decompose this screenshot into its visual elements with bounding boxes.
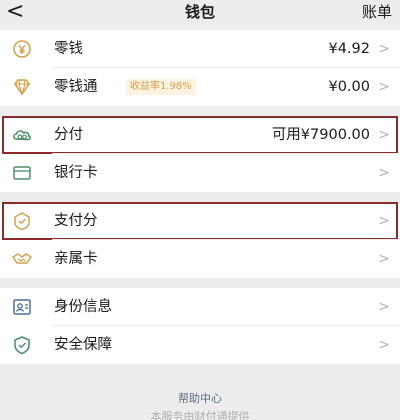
row-label: 安全保障 [54,337,112,353]
chevron-right-icon: > [378,337,390,353]
row-identity[interactable]: 身份信息 > [0,288,400,326]
row-family-card[interactable]: 亲属卡 > [0,240,400,278]
row-lct[interactable]: 零钱通 收益率1.98% ¥0.00 > [0,68,400,106]
row-value: ¥0.00 [328,79,370,95]
row-value: ¥4.92 [328,41,370,57]
chevron-right-icon: > [378,165,390,181]
row-label: 亲属卡 [54,251,98,267]
group-identity: 身份信息 > 安全保障 > [0,288,400,364]
handshake-card-icon [10,248,34,270]
bill-button[interactable]: 账单 [362,2,392,22]
row-label: 支付分 [54,213,98,229]
chevron-right-icon: > [378,299,390,315]
card-icon [10,162,34,184]
row-value: 可用¥7900.00 [271,127,370,143]
footer: 帮助中心 本服务由财付通提供 [0,392,400,420]
group-balance: 零钱 ¥4.92 > 零钱通 收益率1.98% ¥0.00 > [0,30,400,106]
chevron-right-icon: > [378,251,390,267]
row-label: 零钱 [54,41,83,57]
group-credit: 分付 可用¥7900.00 > 银行卡 > [0,116,400,192]
row-security[interactable]: 安全保障 > [0,326,400,364]
chevron-right-icon: > [378,127,390,143]
cloud-pay-icon [10,124,34,146]
chevron-right-icon: > [378,41,390,57]
diamond-icon [10,76,34,98]
help-center-link[interactable]: 帮助中心 [0,392,400,406]
row-change[interactable]: 零钱 ¥4.92 > [0,30,400,68]
row-bankcard[interactable]: 银行卡 > [0,154,400,192]
yield-badge: 收益率1.98% [126,79,196,95]
row-payscore[interactable]: 支付分 > [0,202,400,240]
top-nav-bar: < 钱包 账单 [0,0,400,26]
row-label: 分付 [54,127,83,143]
row-label: 身份信息 [54,299,112,315]
provider-note: 本服务由财付通提供 [150,410,250,420]
row-fenfu[interactable]: 分付 可用¥7900.00 > [0,116,400,154]
yen-coin-icon [10,38,34,60]
shield-icon [10,334,34,356]
group-score: 支付分 > 亲属卡 > [0,202,400,278]
page-title: 钱包 [184,3,215,21]
row-label: 零钱通 [54,79,98,95]
chevron-right-icon: > [378,213,390,229]
id-card-icon [10,296,34,318]
wallet-list: 零钱 ¥4.92 > 零钱通 收益率1.98% ¥0.00 > 分付 可用¥79… [0,30,400,364]
row-label: 银行卡 [54,165,98,181]
score-badge-icon [10,210,34,232]
chevron-right-icon: > [378,79,390,95]
